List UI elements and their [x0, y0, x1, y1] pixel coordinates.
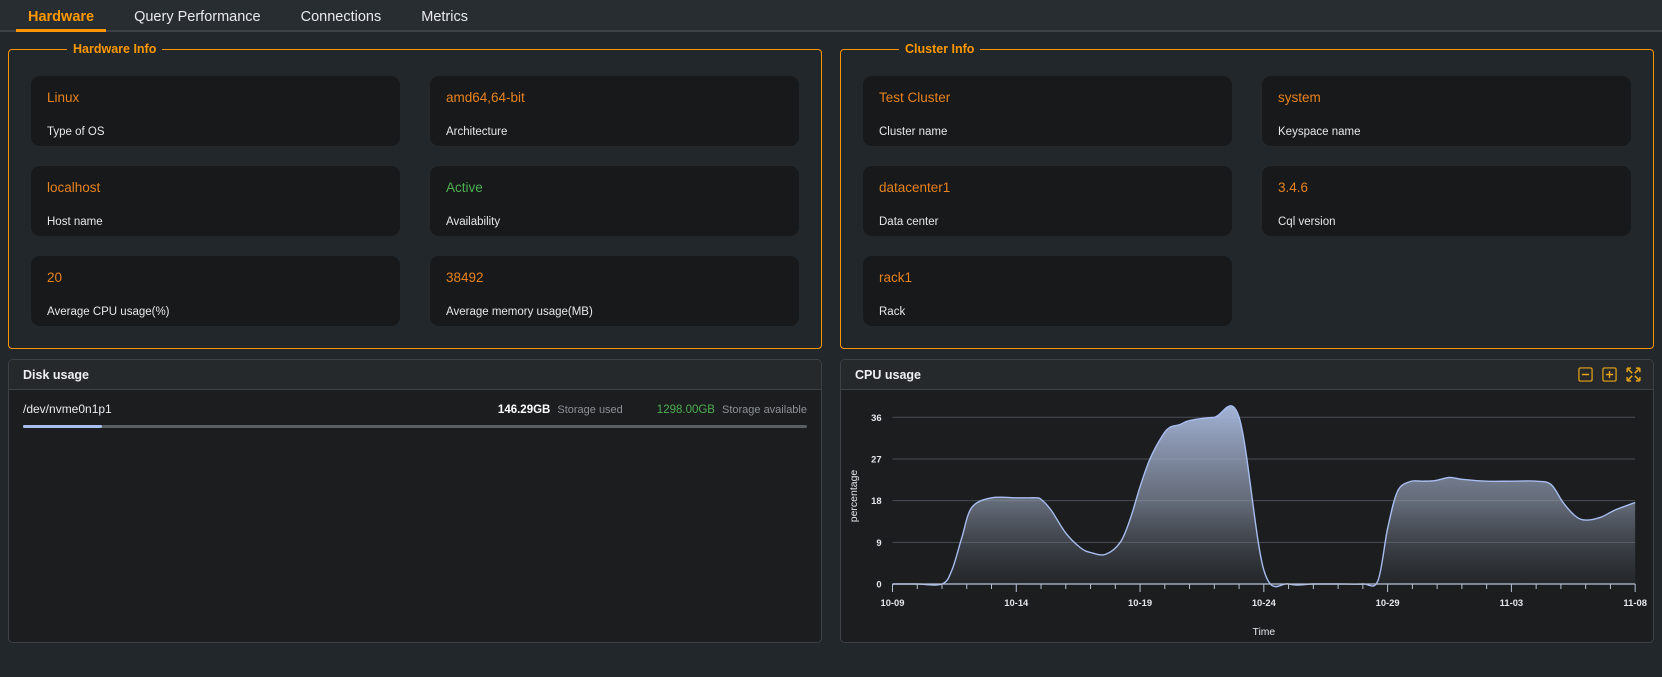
info-card-value: 3.4.6: [1278, 180, 1309, 195]
storage-available-stat: 1298.00GB Storage available: [657, 404, 807, 416]
cpu-usage-header: CPU usage: [841, 360, 1653, 390]
info-card-average-cpu-usage: 20 Average CPU usage(%): [31, 256, 400, 326]
storage-used-value: 146.29GB: [497, 404, 551, 416]
info-card-value: amd64,64-bit: [446, 90, 525, 105]
cpu-usage-toolbar: [1578, 367, 1641, 382]
storage-available-caption: Storage available: [721, 404, 807, 416]
info-card-label: Average CPU usage(%): [47, 306, 170, 318]
svg-text:10-19: 10-19: [1128, 598, 1152, 609]
info-card-cluster-name: Test Cluster Cluster name: [863, 76, 1232, 146]
svg-text:percentage: percentage: [849, 470, 860, 523]
info-card-value: system: [1278, 90, 1321, 105]
svg-text:10-29: 10-29: [1376, 598, 1400, 609]
cpu-usage-chart: 0 9 18 27 36 10-09 10-14 10-19 10-24 10-29 11-03 11…: [841, 390, 1653, 642]
disk-usage-title: Disk usage: [23, 367, 90, 382]
disk-device-name: /dev/nvme0n1p1: [23, 402, 112, 416]
info-card-value: datacenter1: [879, 180, 951, 195]
disk-usage-progress-fill: [23, 425, 103, 428]
disk-row: /dev/nvme0n1p1 146.29GB Storage used 129…: [23, 402, 807, 416]
info-card-label: Cql version: [1278, 216, 1336, 228]
info-card-value: Test Cluster: [879, 90, 951, 105]
info-card-label: Cluster name: [879, 126, 948, 138]
zoom-in-icon[interactable]: [1602, 367, 1617, 382]
hardware-info-panel: Hardware Info Linux Type of OS amd64,64-…: [8, 42, 822, 349]
svg-text:10-24: 10-24: [1252, 598, 1277, 609]
info-card-label: Availability: [446, 216, 501, 228]
storage-available-value: 1298.00GB: [656, 404, 715, 416]
tab-query-performance[interactable]: Query Performance: [114, 9, 281, 32]
info-card-cql-version: 3.4.6 Cql version: [1262, 166, 1631, 236]
info-card-value: localhost: [47, 180, 101, 195]
cpu-usage-title: CPU usage: [855, 367, 921, 382]
info-card-value: Active: [446, 180, 483, 195]
cpu-usage-chart-svg: 0 9 18 27 36 10-09 10-14 10-19 10-24 10-29 11-03 11…: [849, 405, 1647, 638]
info-card-type-of-os: Linux Type of OS: [31, 76, 400, 146]
info-card-label: Type of OS: [47, 126, 105, 138]
tab-bar: Hardware Query Performance Connections M…: [0, 0, 1662, 32]
hardware-info-legend: Hardware Info: [73, 42, 157, 56]
lower-row: Disk usage /dev/nvme0n1p1 146.29GB Stora…: [0, 349, 1662, 651]
cluster-info-panel: Cluster Info Test Cluster Cluster name s…: [840, 42, 1654, 349]
info-card-label: Host name: [47, 216, 103, 228]
svg-text:0: 0: [876, 579, 881, 590]
cluster-info-legend: Cluster Info: [905, 42, 975, 56]
info-row: Hardware Info Linux Type of OS amd64,64-…: [0, 32, 1662, 349]
info-card-data-center: datacenter1 Data center: [863, 166, 1232, 236]
cluster-info-cards: Test Cluster Cluster name system Keyspac…: [863, 76, 1631, 326]
svg-text:Time: Time: [1252, 627, 1275, 638]
info-card-label: Average memory usage(MB): [446, 306, 593, 318]
info-card-average-memory-usage: 38492 Average memory usage(MB): [430, 256, 799, 326]
disk-usage-body: /dev/nvme0n1p1 146.29GB Storage used 129…: [9, 390, 821, 642]
info-card-value: 38492: [446, 270, 484, 285]
svg-text:10-14: 10-14: [1004, 598, 1029, 609]
svg-text:11-08: 11-08: [1623, 598, 1647, 609]
info-card-label: Rack: [879, 306, 906, 318]
disk-usage-header: Disk usage: [9, 360, 821, 390]
tab-hardware[interactable]: Hardware: [8, 9, 114, 32]
svg-text:27: 27: [871, 454, 881, 465]
zoom-out-icon[interactable]: [1578, 367, 1593, 382]
svg-text:18: 18: [871, 496, 881, 507]
hardware-info-cards: Linux Type of OS amd64,64-bit Architectu…: [31, 76, 799, 326]
info-card-host-name: localhost Host name: [31, 166, 400, 236]
info-card-keyspace-name: system Keyspace name: [1262, 76, 1631, 146]
svg-text:10-09: 10-09: [880, 598, 904, 609]
info-card-architecture: amd64,64-bit Architecture: [430, 76, 799, 146]
collapse-icon[interactable]: [1626, 367, 1641, 382]
tab-connections[interactable]: Connections: [281, 9, 402, 32]
info-card-value: 20: [47, 270, 63, 285]
info-card-availability: Active Availability: [430, 166, 799, 236]
svg-text:9: 9: [876, 538, 881, 549]
svg-text:11-03: 11-03: [1500, 598, 1524, 609]
tab-metrics[interactable]: Metrics: [401, 9, 488, 32]
svg-text:36: 36: [871, 413, 881, 424]
cpu-usage-panel: CPU usage 0 9 18 27 36 10-09 10-14 10-19…: [840, 359, 1654, 643]
info-card-label: Architecture: [446, 126, 508, 138]
info-card-value: Linux: [47, 90, 80, 105]
info-card-placeholder: [1262, 256, 1631, 326]
disk-usage-progress-bar: [23, 425, 807, 428]
info-card-rack: rack1 Rack: [863, 256, 1232, 326]
disk-usage-panel: Disk usage /dev/nvme0n1p1 146.29GB Stora…: [8, 359, 822, 643]
disk-stats: 146.29GB Storage used 1298.00GB Storage …: [464, 404, 807, 416]
info-card-label: Keyspace name: [1278, 126, 1361, 138]
info-card-value: rack1: [879, 270, 913, 285]
storage-used-caption: Storage used: [557, 404, 623, 416]
storage-used-stat: 146.29GB Storage used: [498, 404, 623, 416]
info-card-label: Data center: [879, 216, 939, 228]
